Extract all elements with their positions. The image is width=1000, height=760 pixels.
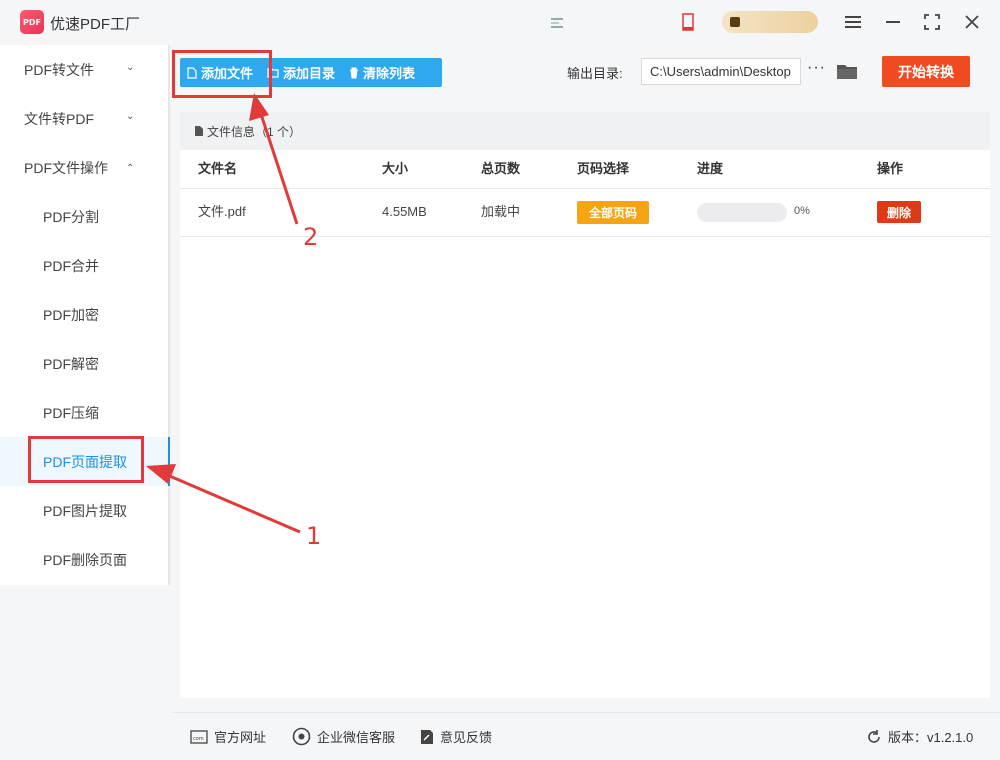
sidebar-item-label: PDF解密 xyxy=(43,355,99,372)
column-header-actions: 操作 xyxy=(877,161,904,176)
sidebar-item-pdf-decrypt[interactable]: PDF解密 xyxy=(0,339,170,388)
file-info-title: 文件信息 xyxy=(207,124,256,139)
annotation-box-add-file xyxy=(172,50,272,98)
file-info-count: （1 个） xyxy=(255,124,302,139)
sidebar-item-label: PDF合并 xyxy=(43,257,99,274)
document-icon xyxy=(195,126,203,136)
sidebar-item-label: PDF图片提取 xyxy=(43,502,127,519)
version-label: 版本：v1.2.1.0 xyxy=(888,730,974,745)
trash-icon xyxy=(350,67,359,78)
chat-icon xyxy=(292,727,311,746)
feedback-icon xyxy=(421,729,433,744)
column-header-progress: 进度 xyxy=(697,161,724,176)
vip-icon xyxy=(730,17,740,27)
sidebar-item-label: PDF删除页面 xyxy=(43,551,127,568)
header-divider xyxy=(180,188,990,189)
feedback-label: 意见反馈 xyxy=(440,730,493,745)
sidebar-group-label: 文件转PDF xyxy=(24,110,94,127)
vip-badge[interactable] xyxy=(722,11,818,33)
page-select-button[interactable]: 全部页码 xyxy=(577,201,649,224)
sidebar-item-pdf-compress[interactable]: PDF压缩 xyxy=(0,388,170,437)
svg-text:com: com xyxy=(193,736,204,742)
add-folder-label: 添加目录 xyxy=(283,66,336,81)
more-options-button[interactable]: ··· xyxy=(807,59,826,77)
file-list-panel: 文件信息 （1 个） 文件名 大小 总页数 页码选择 进度 操作 文件.pdf … xyxy=(180,112,990,698)
output-dir-label: 输出目录: xyxy=(567,66,623,81)
file-size-cell: 4.55MB xyxy=(382,204,427,219)
column-header-page-select: 页码选择 xyxy=(577,161,630,176)
close-icon[interactable] xyxy=(960,10,984,34)
chevron-down-icon: ⌄ xyxy=(126,62,135,73)
official-website-label: 官方网址 xyxy=(214,730,267,745)
sidebar-group-label: PDF转文件 xyxy=(24,61,94,78)
annotation-number-2: 2 xyxy=(303,223,319,251)
column-header-pages: 总页数 xyxy=(481,161,521,176)
add-folder-button[interactable]: 添加目录 xyxy=(260,58,342,87)
footer: com 官方网址 企业微信客服 意见反馈 版本：v1.2.1.0 xyxy=(172,712,1000,760)
row-divider xyxy=(180,236,990,237)
sidebar-item-label: PDF分割 xyxy=(43,208,99,225)
app-title: 优速PDF工厂 xyxy=(50,16,141,33)
chevron-down-icon: ⌄ xyxy=(126,111,135,122)
clear-list-label: 清除列表 xyxy=(363,66,416,81)
annotation-box-page-extract xyxy=(28,436,144,483)
sidebar-group-pdf-operations[interactable]: PDF文件操作 ⌃ xyxy=(0,143,170,192)
sidebar-item-pdf-split[interactable]: PDF分割 xyxy=(0,192,170,241)
notification-icon[interactable] xyxy=(682,13,694,31)
official-website-link[interactable]: com 官方网址 xyxy=(190,727,266,746)
file-name-cell: 文件.pdf xyxy=(198,204,246,219)
title-bar: PDF 优速PDF工厂 xyxy=(0,0,1000,45)
toolbar-decoration-icon xyxy=(551,18,563,28)
column-header-size: 大小 xyxy=(382,161,409,176)
toolbar: 添加文件 添加目录 清除列表 输出目录: C:\Users\admin\Desk… xyxy=(172,45,1000,102)
menu-icon[interactable] xyxy=(841,10,865,34)
progress-bar xyxy=(697,203,787,222)
sidebar-item-pdf-merge[interactable]: PDF合并 xyxy=(0,241,170,290)
app-logo-icon: PDF xyxy=(20,10,44,34)
wechat-support-link[interactable]: 企业微信客服 xyxy=(292,727,395,746)
sidebar-group-file-to-pdf[interactable]: 文件转PDF ⌄ xyxy=(0,94,170,143)
sidebar-item-pdf-encrypt[interactable]: PDF加密 xyxy=(0,290,170,339)
sidebar-group-pdf-to-file[interactable]: PDF转文件 ⌄ xyxy=(0,45,170,94)
sidebar-item-pdf-delete-pages[interactable]: PDF删除页面 xyxy=(0,535,170,584)
chevron-up-icon: ⌃ xyxy=(126,163,135,174)
sidebar-item-pdf-image-extract[interactable]: PDF图片提取 xyxy=(0,486,170,535)
output-dir-field[interactable]: C:\Users\admin\Desktop xyxy=(641,58,801,85)
feedback-link[interactable]: 意见反馈 xyxy=(420,727,492,746)
sidebar-group-label: PDF文件操作 xyxy=(24,159,108,176)
delete-button[interactable]: 删除 xyxy=(877,201,921,223)
progress-percent: 0% xyxy=(794,205,810,217)
total-pages-cell: 加载中 xyxy=(481,204,521,219)
file-info-header: 文件信息 （1 个） xyxy=(180,112,990,150)
sidebar-item-label: PDF加密 xyxy=(43,306,99,323)
annotation-number-1: 1 xyxy=(306,522,322,550)
minimize-icon[interactable] xyxy=(881,10,905,34)
maximize-icon[interactable] xyxy=(920,10,944,34)
website-icon: com xyxy=(190,729,208,744)
sidebar: PDF转文件 ⌄ 文件转PDF ⌄ PDF文件操作 ⌃ PDF分割 PDF合并 … xyxy=(0,45,170,585)
folder-icon[interactable] xyxy=(836,61,858,81)
sidebar-item-label: PDF压缩 xyxy=(43,404,99,421)
refresh-icon xyxy=(868,729,880,743)
start-convert-button[interactable]: 开始转换 xyxy=(882,56,970,87)
version-info[interactable]: 版本：v1.2.1.0 xyxy=(866,727,973,746)
clear-list-button[interactable]: 清除列表 xyxy=(342,58,422,87)
wechat-support-label: 企业微信客服 xyxy=(317,730,396,745)
column-header-filename: 文件名 xyxy=(198,161,238,176)
